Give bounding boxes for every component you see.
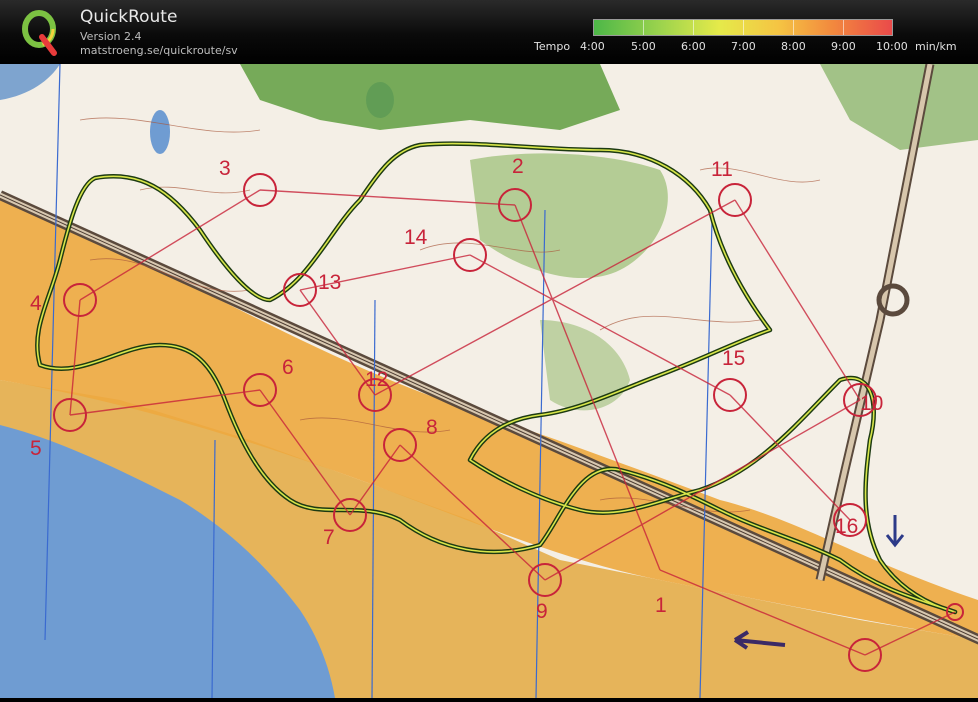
pace-color-scale <box>593 19 893 36</box>
control-number: 2 <box>512 155 524 178</box>
control-number: 16 <box>835 515 858 538</box>
control-number: 12 <box>365 368 388 391</box>
quickroute-logo-icon <box>18 7 60 57</box>
map-canvas[interactable]: 1 2 3 4 5 6 7 8 9 10 11 12 13 14 15 16 <box>0 63 978 699</box>
pace-tick: 9:00 <box>831 40 856 53</box>
control-number: 3 <box>219 157 231 180</box>
control-number: 15 <box>722 347 745 370</box>
pace-tick: 10:00 <box>876 40 908 53</box>
control-number: 14 <box>404 226 428 249</box>
app-url: matstroeng.se/quickroute/sv <box>80 44 238 57</box>
pace-unit: min/km <box>915 40 957 53</box>
control-number: 4 <box>30 292 42 315</box>
orienteering-map[interactable]: 1 2 3 4 5 6 7 8 9 10 11 12 13 14 15 16 <box>0 63 978 699</box>
control-number: 5 <box>30 437 42 460</box>
control-number: 7 <box>323 526 335 549</box>
app-version: Version 2.4 <box>80 30 142 43</box>
pace-scale-label: Tempo <box>534 40 571 53</box>
control-number: 11 <box>711 158 733 181</box>
control-number: 13 <box>318 271 341 294</box>
pace-tick: 4:00 <box>580 40 605 53</box>
pace-tick: 7:00 <box>731 40 756 53</box>
app-title: QuickRoute <box>80 7 178 27</box>
control-number: 10 <box>860 392 883 415</box>
control-number: 6 <box>282 356 294 379</box>
control-number: 8 <box>426 416 438 439</box>
title-bar: QuickRoute Version 2.4 matstroeng.se/qui… <box>0 0 978 64</box>
pace-tick: 5:00 <box>631 40 656 53</box>
control-number: 9 <box>536 600 548 623</box>
pace-tick: 8:00 <box>781 40 806 53</box>
control-number: 1 <box>655 594 667 617</box>
pace-tick: 6:00 <box>681 40 706 53</box>
